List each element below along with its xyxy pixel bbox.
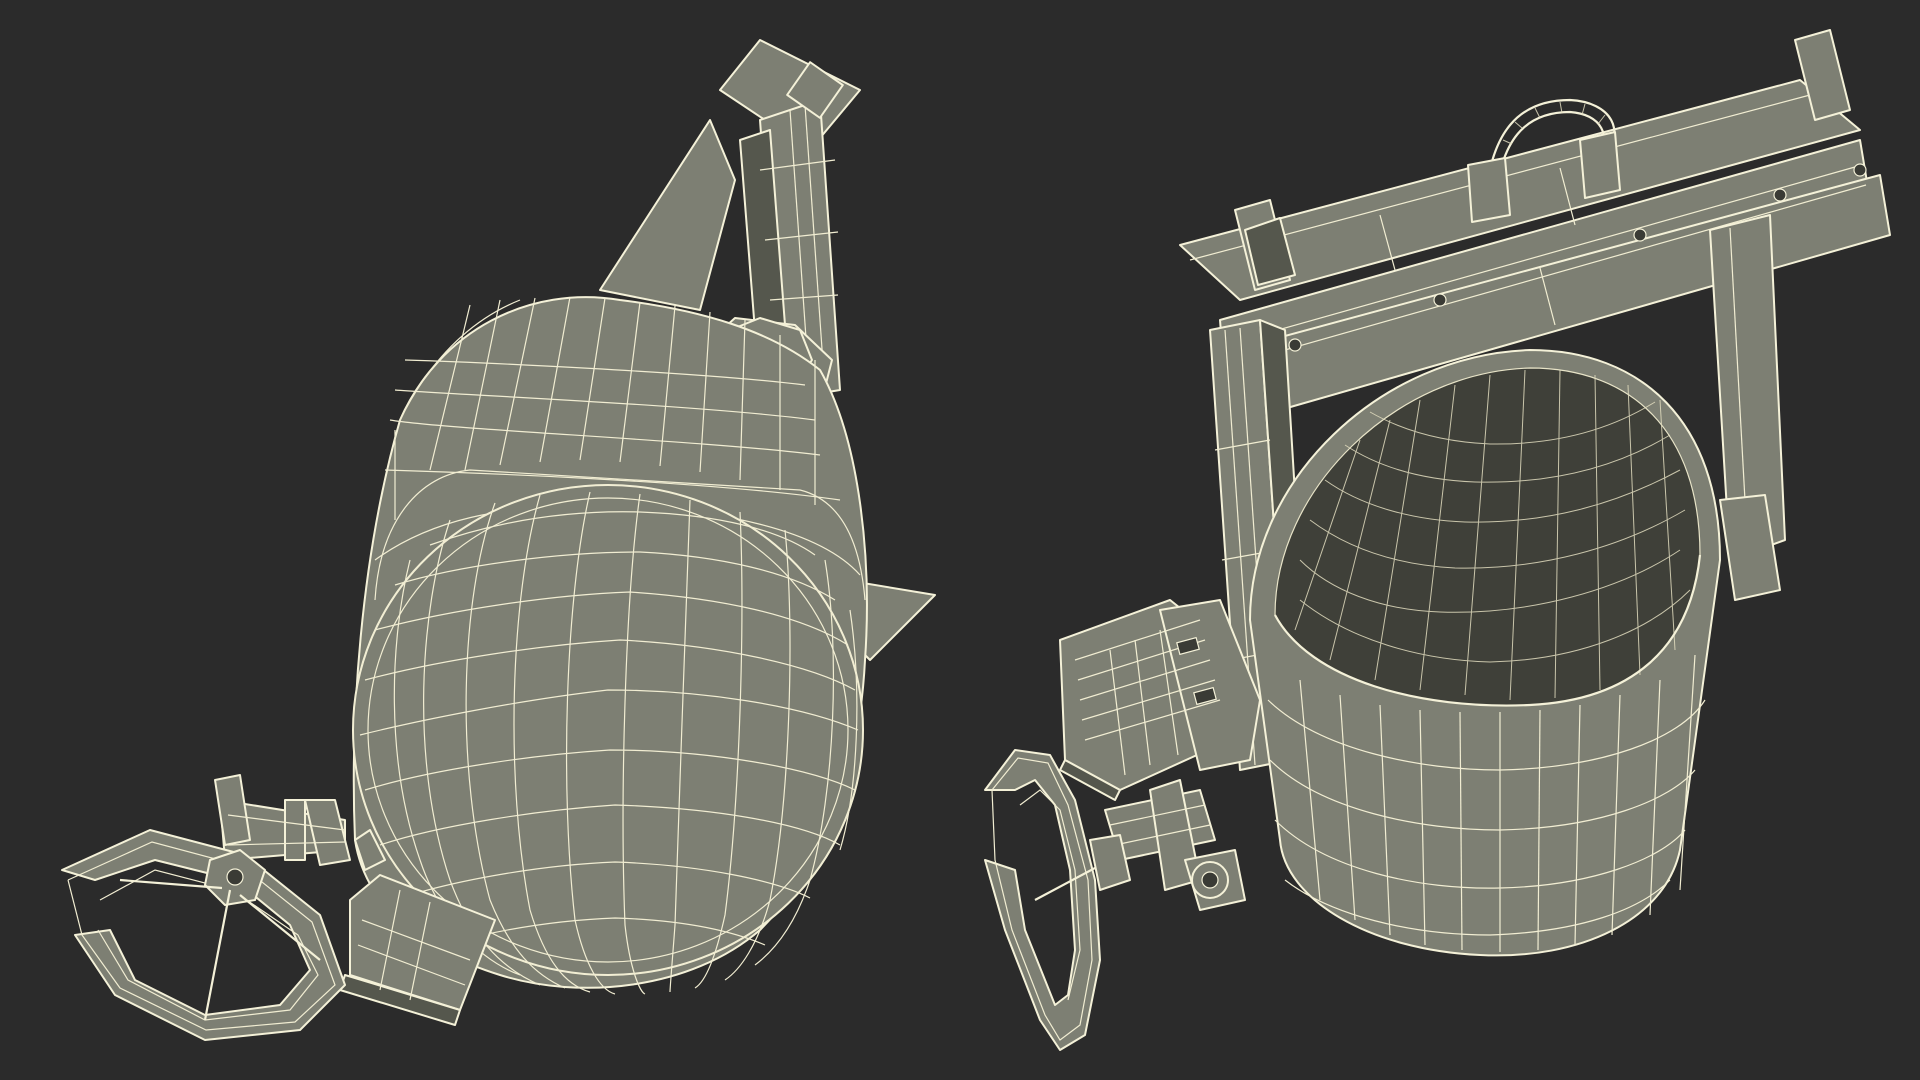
ladle-back-view — [61, 39, 936, 1041]
valve-assembly — [1104, 779, 1246, 911]
ladle-open-vessel — [1249, 349, 1721, 957]
tilt-gearbox — [1059, 599, 1261, 801]
left-support-plate — [599, 119, 736, 311]
frame-post-right — [1709, 214, 1786, 601]
wireframe-render-canvas — [61, 29, 1891, 1051]
ladle-top-view — [984, 29, 1891, 1051]
ladle-vessel — [352, 296, 868, 995]
handwheel — [61, 829, 346, 1041]
